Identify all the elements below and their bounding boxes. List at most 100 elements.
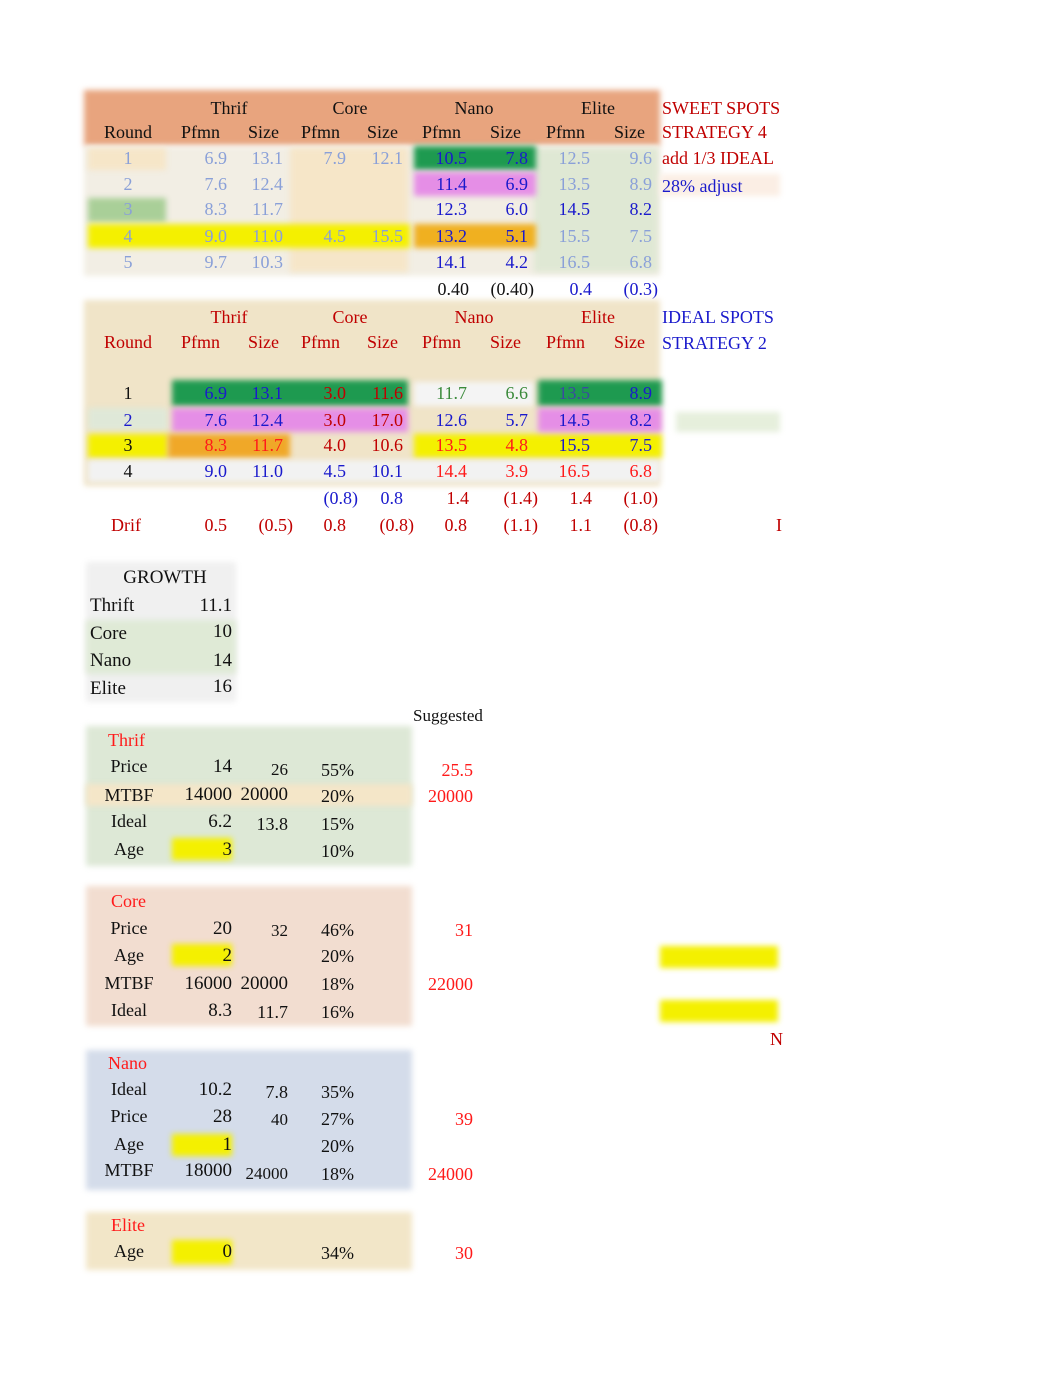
segment-value-a: 16000 [184, 973, 233, 994]
ideal-group-elite: Elite [581, 307, 615, 327]
ideal-cell: 12.4 [251, 410, 284, 430]
sweet-cell: 11.7 [252, 199, 283, 219]
sweet-col-size: Size [614, 122, 645, 142]
growth-title: GROWTH [123, 567, 207, 588]
ideal-total: 1.4 [569, 488, 593, 508]
sweet-cell: 8.3 [204, 199, 228, 219]
sweet-spots-title: SWEET SPOTS [662, 98, 781, 118]
ideal-cell: 10.6 [371, 435, 404, 455]
ideal-cell: 17.0 [371, 410, 404, 430]
segment-value-a: 14 [213, 756, 232, 777]
ideal-total: 0.8 [380, 488, 404, 508]
sweet-cell: 7.9 [323, 148, 347, 168]
segment-title: Thrif [108, 730, 145, 750]
sweet-cell: 7.5 [629, 226, 653, 246]
segment-row-label: Ideal [111, 1079, 147, 1099]
sweet-cell: 13.5 [558, 174, 591, 194]
sweet-cell: 14.1 [435, 252, 468, 272]
segment-pct: 46% [321, 920, 354, 940]
drif-cell: 0.8 [444, 515, 468, 535]
ideal-cell: 11.0 [252, 461, 283, 481]
segment-pct: 27% [321, 1109, 354, 1129]
highlight-cell [660, 1000, 778, 1022]
segment-value-a: 14000 [184, 784, 233, 805]
sweet-cell: 14.5 [558, 199, 591, 219]
ideal-col-size: Size [367, 332, 398, 352]
segment-value-a: 3 [222, 839, 233, 860]
segment-row-label: Ideal [111, 1000, 147, 1020]
segment-value-a: 18000 [184, 1160, 233, 1181]
segment-value-a: 10.2 [198, 1079, 232, 1100]
segment-value-b: 11.7 [257, 1002, 288, 1022]
segment-row-label: MTBF [104, 973, 154, 993]
ideal-cell: 5.7 [505, 410, 529, 430]
segment-row-label: Age [114, 1134, 144, 1154]
segment-pct: 20% [321, 786, 354, 806]
sweet-cell: 11.0 [252, 226, 283, 246]
segment-pct: 55% [321, 760, 354, 780]
segment-value-a: 0 [222, 1241, 233, 1262]
ideal-cell: 9.0 [204, 461, 228, 481]
cell-bg [676, 412, 780, 432]
segment-value-a: 28 [213, 1106, 232, 1127]
sweet-total: (0.3) [623, 279, 659, 299]
note-text: 28% adjust [662, 176, 743, 196]
segment-row-label: Price [110, 918, 148, 938]
sweet-cell: 13.1 [251, 148, 284, 168]
sweet-total: 0.40 [437, 279, 470, 299]
segment-pct: 34% [321, 1243, 354, 1263]
sweet-cell: 6.9 [204, 148, 228, 168]
ideal-cell: 13.5 [558, 383, 591, 403]
segment-row-label: Age [114, 1241, 144, 1261]
ideal-cell: 8.2 [629, 410, 653, 430]
sweet-cell: 9.0 [204, 226, 228, 246]
sweet-cell: 8.2 [629, 199, 653, 219]
segment-suggested: 25.5 [441, 760, 474, 780]
sweet-col-pfmn: Pfmn [181, 122, 221, 142]
sweet-total: 0.4 [569, 279, 593, 299]
sweet-col-size: Size [367, 122, 398, 142]
segment-value-b: 20000 [240, 784, 289, 805]
ideal-total: (1.0) [623, 488, 659, 508]
sweet-col-size: Size [490, 122, 521, 142]
drif-cell: 0.8 [323, 515, 347, 535]
ideal-cell: 4.5 [323, 461, 347, 481]
segment-row-label: MTBF [104, 1160, 154, 1180]
ideal-round: 1 [123, 383, 133, 403]
sweet-group-elite: Elite [581, 98, 615, 118]
segment-pct: 16% [321, 1002, 354, 1022]
ideal-col-size: Size [248, 332, 279, 352]
ideal-col-size: Size [614, 332, 645, 352]
sweet-cell: 9.7 [204, 252, 228, 272]
sweet-col-round: Round [103, 122, 152, 142]
sweet-cell: 4.2 [505, 252, 529, 272]
sweet-cell: 6.0 [505, 199, 529, 219]
ideal-cell: 15.5 [558, 435, 591, 455]
sweet-col-pfmn: Pfmn [546, 122, 586, 142]
segment-pct: 20% [321, 946, 354, 966]
drif-cell: (0.8) [623, 515, 659, 535]
ideal-col-round: Round [103, 332, 152, 352]
ideal-cell: 3.9 [505, 461, 529, 481]
sweet-cell: 12.4 [251, 174, 284, 194]
ideal-col-pfmn: Pfmn [181, 332, 221, 352]
sweet-group-core: Core [332, 98, 368, 118]
sweet-cell: 6.8 [629, 252, 653, 272]
sweet-total: (0.40) [490, 279, 535, 299]
segment-row-label: Price [110, 756, 148, 776]
sweet-cell: 5.1 [505, 226, 529, 246]
segment-value-b: 13.8 [256, 814, 289, 834]
ideal-cell: 7.5 [629, 435, 653, 455]
segment-row-label: Ideal [111, 811, 147, 831]
sweet-cell: 11.4 [436, 174, 467, 194]
ideal-cell: 6.8 [629, 461, 653, 481]
segment-value-b: 40 [271, 1110, 288, 1129]
ideal-cell: 13.5 [435, 435, 468, 455]
segment-row-label: Age [114, 839, 144, 859]
ideal-cell: 6.6 [505, 383, 529, 403]
sweet-cell: 16.5 [558, 252, 591, 272]
drif-label: Drif [111, 515, 141, 535]
ideal-col-size: Size [490, 332, 521, 352]
sweet-cell: 6.9 [505, 174, 529, 194]
ideal-group-nano: Nano [454, 307, 494, 327]
